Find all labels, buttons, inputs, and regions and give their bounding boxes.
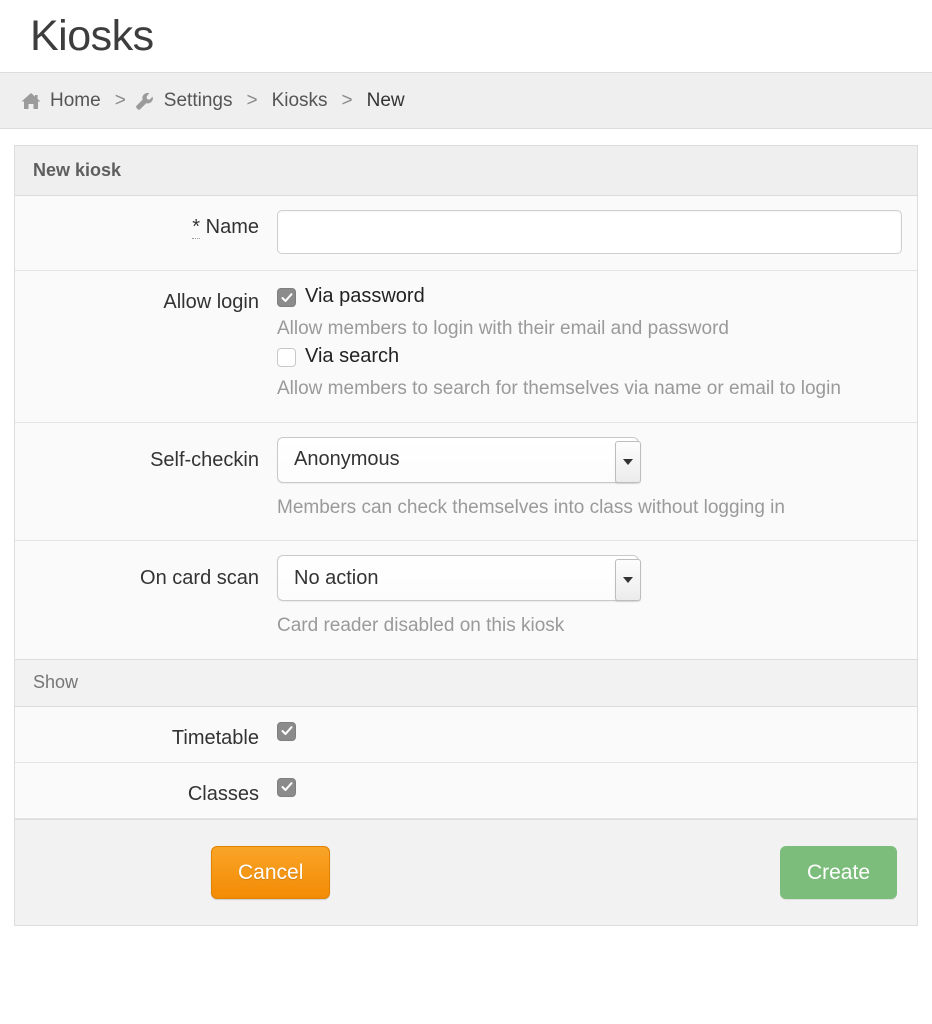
- name-label: * Name: [15, 196, 277, 270]
- cancel-button[interactable]: Cancel: [211, 845, 331, 899]
- allow-login-control: Via password Allow members to login with…: [277, 271, 917, 422]
- checkbox-row-via-password[interactable]: Via password: [277, 285, 901, 308]
- check-icon: [281, 726, 292, 736]
- allow-login-label: Allow login: [163, 291, 259, 313]
- timetable-control: [277, 707, 917, 762]
- section-heading-label: Show: [33, 672, 79, 693]
- breadcrumb-item-current: New: [366, 89, 405, 111]
- form-row-classes: Classes: [15, 762, 917, 819]
- via-password-help: Allow members to login with their email …: [277, 318, 729, 339]
- chevron-down-icon[interactable]: [615, 440, 641, 483]
- on-card-scan-control: No action Card reader disabled on this k…: [277, 541, 917, 658]
- classes-label: Classes: [187, 782, 259, 805]
- self-checkin-select-value[interactable]: Anonymous: [277, 436, 639, 483]
- self-checkin-select[interactable]: Anonymous: [277, 436, 641, 483]
- timetable-checkbox[interactable]: [277, 721, 296, 741]
- form-row-allow-login: Allow login Via password Allow members t…: [15, 271, 917, 423]
- classes-checkbox[interactable]: [277, 777, 296, 797]
- form-row-name: * Name: [15, 196, 917, 271]
- checkbox-row-via-search[interactable]: Via search: [277, 345, 901, 368]
- page-title-bar: Kiosks: [0, 0, 932, 72]
- home-icon: [20, 91, 42, 111]
- form-row-timetable: Timetable: [15, 706, 917, 763]
- name-label-text: Name: [205, 216, 259, 238]
- required-marker: *: [192, 216, 201, 239]
- via-search-label: Via search: [305, 345, 400, 368]
- section-heading-show: Show: [15, 658, 917, 707]
- wrench-icon: [134, 91, 156, 111]
- breadcrumb-separator: >: [114, 89, 126, 111]
- panel-footer: Cancel Create: [15, 818, 917, 925]
- check-icon: [281, 782, 292, 792]
- new-kiosk-panel: New kiosk * Name Allow login Via passwor…: [14, 145, 918, 926]
- on-card-scan-help: Card reader disabled on this kiosk: [277, 615, 565, 637]
- self-checkin-help: Members can check themselves into class …: [277, 496, 785, 518]
- on-card-scan-select[interactable]: No action: [277, 555, 641, 602]
- name-input[interactable]: [277, 210, 902, 254]
- breadcrumb: Home > Settings > Kiosks > New: [0, 72, 932, 129]
- breadcrumb-separator: >: [341, 89, 353, 111]
- via-search-checkbox[interactable]: [277, 348, 296, 368]
- form-row-on-card-scan: On card scan No action Card reader disab…: [15, 541, 917, 659]
- breadcrumb-item-settings[interactable]: Settings: [158, 90, 239, 112]
- name-control: [277, 196, 918, 270]
- panel-heading-label: New kiosk: [33, 160, 122, 180]
- on-card-scan-label: On card scan: [140, 567, 259, 590]
- timetable-label: Timetable: [171, 726, 259, 749]
- self-checkin-label: Self-checkin: [150, 448, 259, 471]
- page-title: Kiosks: [30, 11, 154, 60]
- via-search-help: Allow members to search for themselves v…: [277, 378, 841, 400]
- check-icon: [281, 292, 292, 302]
- classes-control: [277, 763, 917, 818]
- breadcrumb-separator: >: [246, 89, 258, 111]
- self-checkin-control: Anonymous Members can check themselves i…: [277, 423, 917, 540]
- panel-heading: New kiosk: [15, 146, 917, 196]
- create-button[interactable]: Create: [779, 845, 897, 899]
- breadcrumb-item-home[interactable]: Home: [44, 90, 107, 112]
- chevron-down-icon[interactable]: [615, 559, 641, 602]
- breadcrumb-item-kiosks[interactable]: Kiosks: [266, 90, 334, 112]
- form-row-self-checkin: Self-checkin Anonymous Members can check…: [15, 422, 917, 542]
- on-card-scan-select-value[interactable]: No action: [277, 555, 639, 602]
- via-password-checkbox[interactable]: [277, 288, 296, 307]
- via-password-label: Via password: [305, 285, 425, 307]
